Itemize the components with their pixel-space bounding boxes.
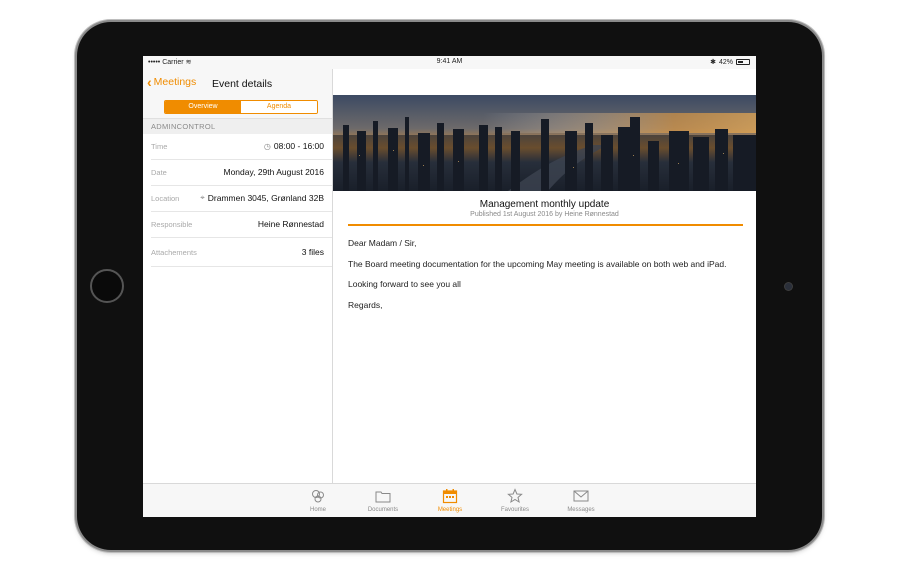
- screen: ••••• Carrier ≋ 9:41 AM ✱ 42% ‹ Meetings…: [143, 56, 756, 517]
- folder-icon: [358, 487, 408, 505]
- chevron-left-icon: ‹: [147, 74, 152, 90]
- home-button[interactable]: [90, 269, 124, 303]
- detail-value: ⌖ Drammen 3045, Grønland 32B: [200, 193, 324, 203]
- article-body: Dear Madam / Sir, The Board meeting docu…: [348, 238, 728, 320]
- tab-overview[interactable]: Overview: [165, 101, 241, 113]
- detail-value: ◷ 08:00 - 16:00: [264, 141, 324, 151]
- detail-row-date: Date Monday, 29th August 2016: [151, 160, 332, 186]
- battery-percent: 42%: [718, 58, 733, 66]
- event-details-pane: ‹ Meetings Event details Overview Agenda…: [143, 69, 333, 483]
- responsible-value: Heine Rønnestad: [257, 219, 324, 229]
- location-value: Drammen 3045, Grønland 32B: [207, 193, 324, 203]
- tab-favourites[interactable]: Favourites: [490, 487, 540, 513]
- tab-label: Messages: [567, 507, 595, 513]
- tab-home[interactable]: Home: [293, 487, 343, 513]
- detail-label: Time: [151, 142, 168, 151]
- detail-row-attachments[interactable]: Attachements 3 files: [151, 238, 332, 267]
- tab-bar: Home Documents Meetings Favourites Messa…: [143, 483, 756, 517]
- tab-agenda[interactable]: Agenda: [241, 101, 317, 113]
- detail-label: Responsible: [151, 220, 193, 229]
- back-button[interactable]: ‹ Meetings: [147, 74, 197, 90]
- tab-label: Favourites: [500, 507, 529, 513]
- navigation-bar: ‹ Meetings Event details: [143, 69, 332, 99]
- article-paragraph: Regards,: [348, 299, 383, 310]
- segmented-control: Overview Agenda: [164, 100, 318, 114]
- tab-label: Home: [309, 507, 326, 513]
- title-divider: [348, 224, 743, 226]
- star-icon: [490, 487, 540, 505]
- article-paragraph: The Board meeting documentation for the …: [348, 258, 727, 269]
- front-camera: [785, 283, 792, 290]
- detail-label: Date: [151, 168, 167, 177]
- home-icon: [293, 487, 343, 505]
- clock-icon: ◷: [263, 141, 271, 151]
- section-header: ADMINCONTROL: [143, 119, 332, 134]
- attachments-value: 3 files: [301, 247, 324, 257]
- article-paragraph: Dear Madam / Sir,: [348, 238, 417, 248]
- battery-icon: [736, 59, 750, 65]
- back-label: Meetings: [153, 76, 197, 88]
- detail-row-location[interactable]: Location ⌖ Drammen 3045, Grønland 32B: [151, 186, 332, 212]
- calendar-icon: [425, 487, 475, 505]
- detail-row-responsible: Responsible Heine Rønnestad: [151, 212, 332, 238]
- detail-label: Attachements: [151, 248, 197, 257]
- skyline-illustration: [333, 95, 756, 191]
- bluetooth-icon: ✱: [710, 59, 716, 66]
- envelope-icon: [556, 487, 606, 505]
- tab-messages[interactable]: Messages: [556, 487, 606, 513]
- article-title: Management monthly update: [479, 199, 610, 210]
- tab-meetings[interactable]: Meetings: [425, 487, 475, 513]
- status-time: 9:41 AM: [436, 58, 463, 65]
- page-title: Event details: [212, 78, 273, 90]
- time-value: 08:00 - 16:00: [273, 141, 324, 151]
- tab-label: Documents: [367, 507, 399, 513]
- detail-label: Location: [151, 194, 180, 203]
- location-pin-icon: ⌖: [200, 193, 205, 202]
- article-pane: Management monthly update Published 1st …: [333, 69, 756, 483]
- article-paragraph: Looking forward to see you all: [348, 279, 461, 289]
- article-meta: Published 1st August 2016 by Heine Rønne…: [470, 211, 619, 218]
- segment-bar: Overview Agenda: [143, 99, 332, 119]
- status-bar: ••••• Carrier ≋ 9:41 AM ✱ 42%: [143, 56, 756, 69]
- tab-documents[interactable]: Documents: [358, 487, 408, 513]
- detail-row-time: Time ◷ 08:00 - 16:00: [151, 134, 332, 160]
- tab-label: Meetings: [437, 507, 463, 513]
- city-skyline-image: [333, 95, 756, 191]
- status-right: ✱ 42%: [710, 58, 750, 66]
- date-value: Monday, 29th August 2016: [223, 167, 324, 177]
